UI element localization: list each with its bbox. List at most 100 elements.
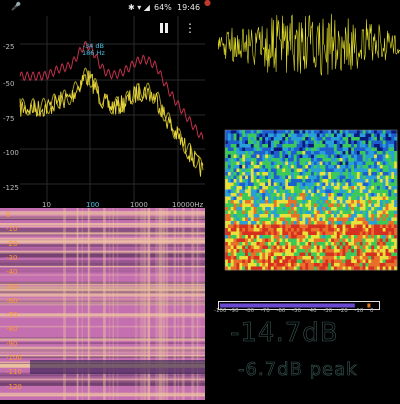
spectrogram-cell [354, 263, 358, 267]
spectrogram-cell [299, 154, 303, 159]
spectrogram-cell [359, 266, 363, 271]
spectrogram-cell [273, 193, 277, 197]
spectrogram-cell [385, 175, 389, 180]
spectrogram-cell [282, 151, 286, 155]
spectrogram-cell [371, 137, 375, 141]
spectrogram-cell [259, 228, 263, 232]
record-icon[interactable]: ● [204, 0, 216, 8]
spectrogram-cell [259, 263, 263, 267]
spectrogram-cell [268, 224, 272, 229]
spectrogram-cell [385, 217, 389, 222]
more-vert-icon[interactable]: ⋮ [184, 22, 196, 34]
spectrogram-cell [388, 196, 392, 201]
spectrogram-cell [345, 200, 349, 204]
spectrogram-cell [385, 252, 389, 257]
spectrogram-cell [345, 196, 349, 201]
spectrogram-cell [391, 235, 395, 239]
spectrogram-cell [253, 231, 257, 236]
spectrogram-cell [256, 256, 260, 260]
spectrogram-cell [374, 217, 378, 222]
spectrogram-cell [259, 168, 263, 173]
spectrogram-cell [268, 203, 272, 208]
spectrogram-cell [245, 203, 249, 208]
pause-button[interactable] [158, 22, 170, 34]
spectrogram-cell [331, 172, 335, 176]
spectrogram-cell [302, 256, 306, 260]
spectrogram-cell [273, 137, 277, 141]
spectrogram-cell [339, 196, 343, 201]
spectrogram-cell [236, 200, 240, 204]
spectrogram-cell [331, 200, 335, 204]
spectrogram-cell [265, 263, 269, 267]
spectrogram-cell [302, 245, 306, 250]
spectrogram-cell [359, 140, 363, 145]
spectrogram-cell [391, 245, 395, 250]
spectrogram-cell [285, 245, 289, 250]
spectrogram-cell [371, 224, 375, 229]
spectrogram-cell [247, 137, 252, 141]
spectrogram-cell [331, 186, 335, 190]
spectrogram-cell [331, 214, 335, 218]
spectrogram-cell [362, 168, 366, 173]
spectrogram-cell [379, 256, 383, 260]
spectrogram-cell [250, 189, 254, 194]
spectrogram-cell [371, 182, 375, 187]
spectrogram-cell [359, 231, 363, 236]
spectrogram-cell [270, 207, 275, 211]
spectrogram-cell [293, 200, 297, 204]
spectrogram-cell [305, 137, 309, 141]
spectrogram-cell [242, 200, 246, 204]
spectrogram-cell [245, 172, 249, 176]
spectrogram-cell [374, 196, 378, 201]
spectrogram-cell [245, 266, 249, 271]
spectrogram-cell [239, 221, 243, 225]
spectrogram-cell [333, 259, 338, 264]
spectrogram-cell [308, 210, 312, 215]
spectrogram-cell [288, 207, 292, 211]
spectrogram-cell [247, 221, 252, 225]
spectrogram-cell [362, 151, 366, 155]
spectrogram-cell [265, 266, 269, 271]
spectrogram-cell [285, 137, 289, 141]
spectrogram-cell [305, 179, 309, 183]
spectrogram-cell [239, 256, 243, 260]
spectrogram-cell [316, 137, 320, 141]
spectrogram-cell [236, 217, 240, 222]
spectrogram-cell [316, 144, 320, 148]
spectrogram-cell [293, 172, 297, 176]
spectrogram-cell [316, 200, 320, 204]
spectrogram-cell [388, 165, 392, 169]
spectrogram-cell [374, 133, 378, 138]
spectrogram-cell [227, 172, 232, 176]
spectrogram-cell [328, 165, 332, 169]
spectrogram-cell [225, 235, 229, 239]
spectrogram-cell [273, 228, 277, 232]
spectrogram-cell [268, 245, 272, 250]
spectrogram-cell [236, 221, 240, 225]
spectrogram-cell [253, 161, 257, 166]
spectrogram-cell [293, 214, 297, 218]
spectrogram-cell [371, 130, 375, 134]
spectrogram-cell [250, 133, 254, 138]
spectrogram-cell [328, 207, 332, 211]
spectrogram-cell [305, 186, 309, 190]
spectrogram-cell [273, 263, 277, 267]
pause-icon [160, 23, 163, 33]
spectrogram-cell [290, 133, 295, 138]
spectrogram-cell [311, 165, 315, 169]
spectrogram-cell [331, 224, 335, 229]
meter-tick-label: -40 [307, 308, 317, 314]
spectrogram-cell [388, 217, 392, 222]
spectrogram-cell [259, 231, 263, 236]
spectrogram-cell [276, 186, 280, 190]
spectrogram-cell [262, 221, 266, 225]
spectrogram-cell [268, 252, 272, 257]
spectrogram-cell [305, 158, 309, 162]
spectrogram-cell [285, 154, 289, 159]
spectrogram-cell [379, 217, 383, 222]
spectrogram-cell [236, 144, 240, 148]
spectrogram-cell [319, 133, 323, 138]
spectrogram-cell [379, 137, 383, 141]
spectrogram-cell [368, 151, 372, 155]
spectrogram-cell [371, 217, 375, 222]
